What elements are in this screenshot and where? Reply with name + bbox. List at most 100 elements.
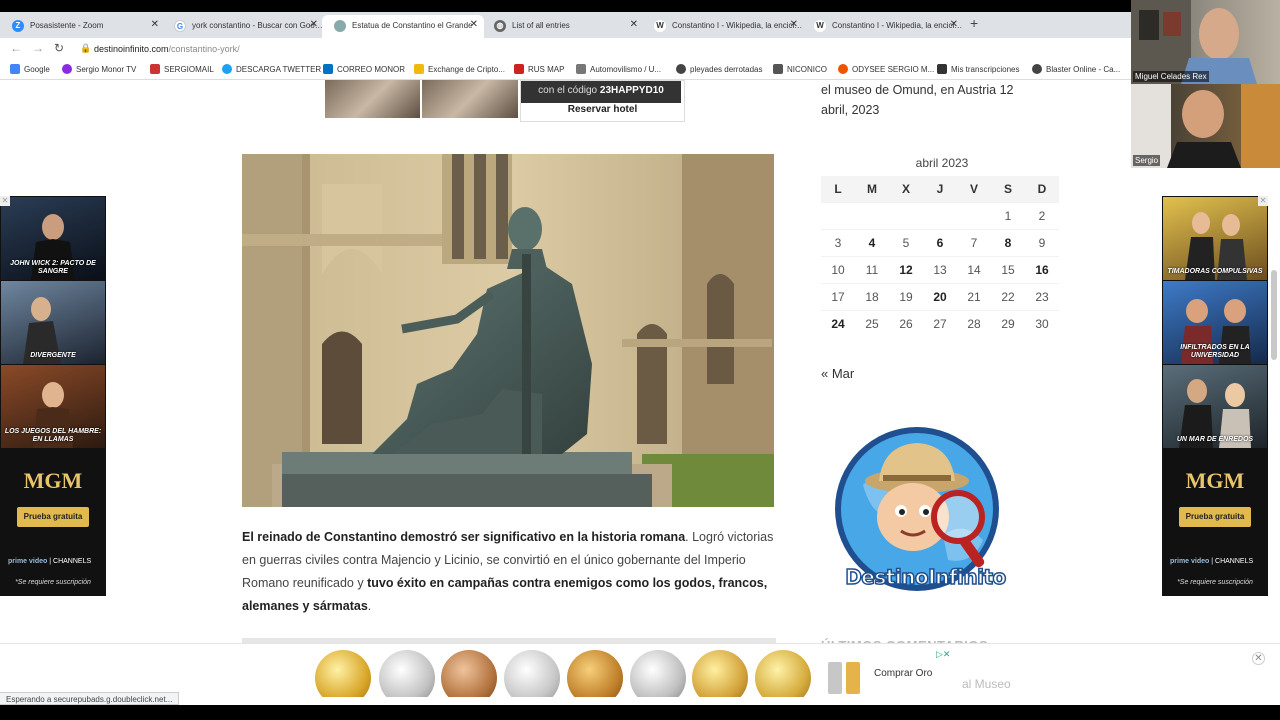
bookmark-exchange-cripto[interactable]: Exchange de Cripto... [414, 64, 505, 74]
close-icon[interactable]: ✕ [310, 19, 318, 30]
bookmark-correo-monor[interactable]: CORREO MONOR [323, 64, 405, 74]
bookmark-transcripciones[interactable]: Mis transcripciones [937, 64, 1019, 74]
bookmark-odysee[interactable]: ODYSEE SERGIO M... [838, 64, 934, 74]
reload-icon[interactable]: ↻ [54, 41, 64, 55]
mgm-logo: MGM [23, 468, 83, 493]
google-icon [10, 64, 20, 74]
calendar-week: 12 [821, 201, 1059, 229]
close-icon[interactable]: ✕ [151, 19, 159, 30]
back-icon[interactable]: ← [10, 41, 22, 55]
calendar-day[interactable]: 16 [1025, 255, 1059, 283]
recent-post-text: el museo de Omund, en Austria 12 [821, 83, 1014, 97]
new-tab-button[interactable]: + [970, 15, 978, 31]
calendar-prev-link[interactable]: « Mar [821, 366, 854, 381]
calendar-day[interactable]: 20 [923, 282, 957, 310]
tab-label: york constantino - Buscar con Google [192, 21, 324, 30]
calendar-day: 7 [957, 228, 991, 256]
tab-google-search[interactable]: G york constantino - Buscar con Google ✕ [162, 15, 324, 38]
ad-choices-icon[interactable]: ▷✕ [936, 649, 950, 660]
bottom-gold-ad[interactable]: Comprar Oro ▷✕ al Museo ✕ [0, 643, 1280, 697]
url-path: /constantino-york/ [168, 44, 240, 54]
calendar-day: 25 [855, 309, 889, 337]
page-scrollbar[interactable] [1271, 270, 1277, 360]
weekday-header: J [923, 176, 957, 202]
wikipedia-icon: W [654, 20, 666, 32]
address-bar-row: ← → ↻ 🔒 destinoinfinito.com/constantino-… [0, 38, 1280, 60]
free-trial-button[interactable]: Prueba gratuita [17, 507, 89, 527]
calendar-day: 30 [1025, 309, 1059, 337]
hotel-ad-banner[interactable]: con el código 23HAPPYD10 Reservar hotel [325, 80, 685, 122]
poster-mar-enredos[interactable]: UN MAR DE ENREDOS [1163, 365, 1267, 448]
calendar-day: 14 [957, 255, 991, 283]
calendar-day: 17 [821, 282, 855, 310]
calendar-day: 18 [855, 282, 889, 310]
calendar-empty [957, 201, 991, 229]
bookmark-descarga-twetter[interactable]: DESCARGA TWETTER [222, 64, 321, 74]
subscription-note: *Se requiere suscripción [1177, 579, 1253, 586]
calendar-day[interactable]: 8 [991, 228, 1025, 256]
tab-estatua-constantino[interactable]: Estatua de Constantino el Grande ✕ [322, 15, 484, 38]
close-icon[interactable]: ✕ [470, 19, 478, 30]
bookmark-blaster-online[interactable]: Blaster Online - Ca... [1032, 64, 1120, 74]
poster-juegos-hambre[interactable]: LOS JUEGOS DEL HAMBRE: EN LLAMAS [1, 365, 105, 448]
bookmark-rus-map[interactable]: RUS MAP [514, 64, 564, 74]
calendar-week: 17 18 19 20 21 22 23 [821, 282, 1059, 310]
ad-close-icon[interactable]: ✕ [0, 196, 10, 206]
tab-list-entries[interactable]: ◍ List of all entries ✕ [482, 15, 644, 38]
weekday-header: X [889, 176, 923, 202]
forward-icon[interactable]: → [32, 41, 44, 55]
lock-icon: 🔒 [80, 43, 92, 53]
close-icon[interactable]: ✕ [790, 19, 798, 30]
ad-close-icon[interactable]: ✕ [1258, 196, 1268, 206]
tab-label: Estatua de Constantino el Grande [352, 21, 473, 30]
calendar-day: 5 [889, 228, 923, 256]
buy-gold-link[interactable]: Comprar Oro [874, 668, 932, 679]
constantine-statue-photo [242, 154, 774, 507]
url-field[interactable]: 🔒 destinoinfinito.com/constantino-york/ [78, 40, 1128, 58]
bottom-ad-close-icon[interactable]: ✕ [1252, 652, 1265, 665]
globe-icon [676, 64, 686, 74]
sidebar-recent-post[interactable]: el museo de Omund, en Austria 12 abril, … [821, 80, 1041, 120]
tab-label: Constantino I - Wikipedia, la encicloped… [832, 21, 964, 30]
calendar-day: 19 [889, 282, 923, 310]
weekday-header: L [821, 176, 855, 202]
poster-john-wick[interactable]: JOHN WICK 2: PACTO DE SANGRE [1, 197, 105, 280]
poster-infiltrados[interactable]: INFILTRADOS EN LA UNIVERSIDAD [1163, 281, 1267, 364]
faint-sidebar-link[interactable]: al Museo [962, 677, 1011, 691]
reserve-hotel-button[interactable]: Reservar hotel [521, 104, 684, 115]
calendar-day[interactable]: 12 [889, 255, 923, 283]
bronze-coin-icon [441, 650, 497, 697]
right-side-ad[interactable]: TIMADORAS COMPULSIVAS INFILTRADOS EN LA … [1162, 196, 1268, 596]
close-icon[interactable]: ✕ [630, 19, 638, 30]
tab-zoom[interactable]: Z Posasistente - Zoom ✕ [0, 15, 165, 38]
bookmark-sergiomail[interactable]: SERGIOMAIL [150, 64, 214, 74]
close-icon[interactable]: ✕ [950, 19, 958, 30]
calendar-day[interactable]: 24 [821, 309, 855, 337]
tab-wikipedia-2[interactable]: W Constantino I - Wikipedia, la enciclop… [802, 15, 964, 38]
bookmark-niconico[interactable]: NICONICO [773, 64, 827, 74]
bookmarks-bar: Google Sergio Monor TV SERGIOMAIL DESCAR… [0, 60, 1280, 80]
bookmark-google[interactable]: Google [10, 64, 50, 74]
globe-icon [1032, 64, 1042, 74]
calendar-week: 3456789 [821, 228, 1059, 256]
calendar-day[interactable]: 4 [855, 228, 889, 256]
participant-name: Miguel Celades Rex [1133, 71, 1209, 82]
poster-timadoras[interactable]: TIMADORAS COMPULSIVAS [1163, 197, 1267, 280]
hotel-ad-box: con el código 23HAPPYD10 Reservar hotel [520, 80, 685, 122]
calendar-day: 10 [821, 255, 855, 283]
bookmark-pleyades[interactable]: pleyades derrotadas [676, 64, 763, 74]
left-side-ad[interactable]: JOHN WICK 2: PACTO DE SANGRE DIVERGENTE … [0, 196, 106, 596]
map-icon [514, 64, 524, 74]
poster-divergente[interactable]: DIVERGENTE [1, 281, 105, 364]
free-trial-button[interactable]: Prueba gratuita [1179, 507, 1251, 527]
tab-wikipedia-1[interactable]: W Constantino I - Wikipedia, la enciclop… [642, 15, 804, 38]
video-participant-2[interactable]: Sergio [1131, 84, 1280, 168]
calendar-day[interactable]: 6 [923, 228, 957, 256]
video-participant-1[interactable]: Miguel Celades Rex [1131, 0, 1280, 84]
bookmark-automovilismo[interactable]: Automovilismo / U... [576, 64, 661, 74]
tab-label: Posasistente - Zoom [30, 21, 104, 30]
bookmark-sergio-monor-tv[interactable]: Sergio Monor TV [62, 64, 136, 74]
calendar-empty [889, 201, 923, 229]
silver-coin-icon [504, 650, 560, 697]
article-paragraph: El reinado de Constantino demostró ser s… [242, 530, 774, 613]
